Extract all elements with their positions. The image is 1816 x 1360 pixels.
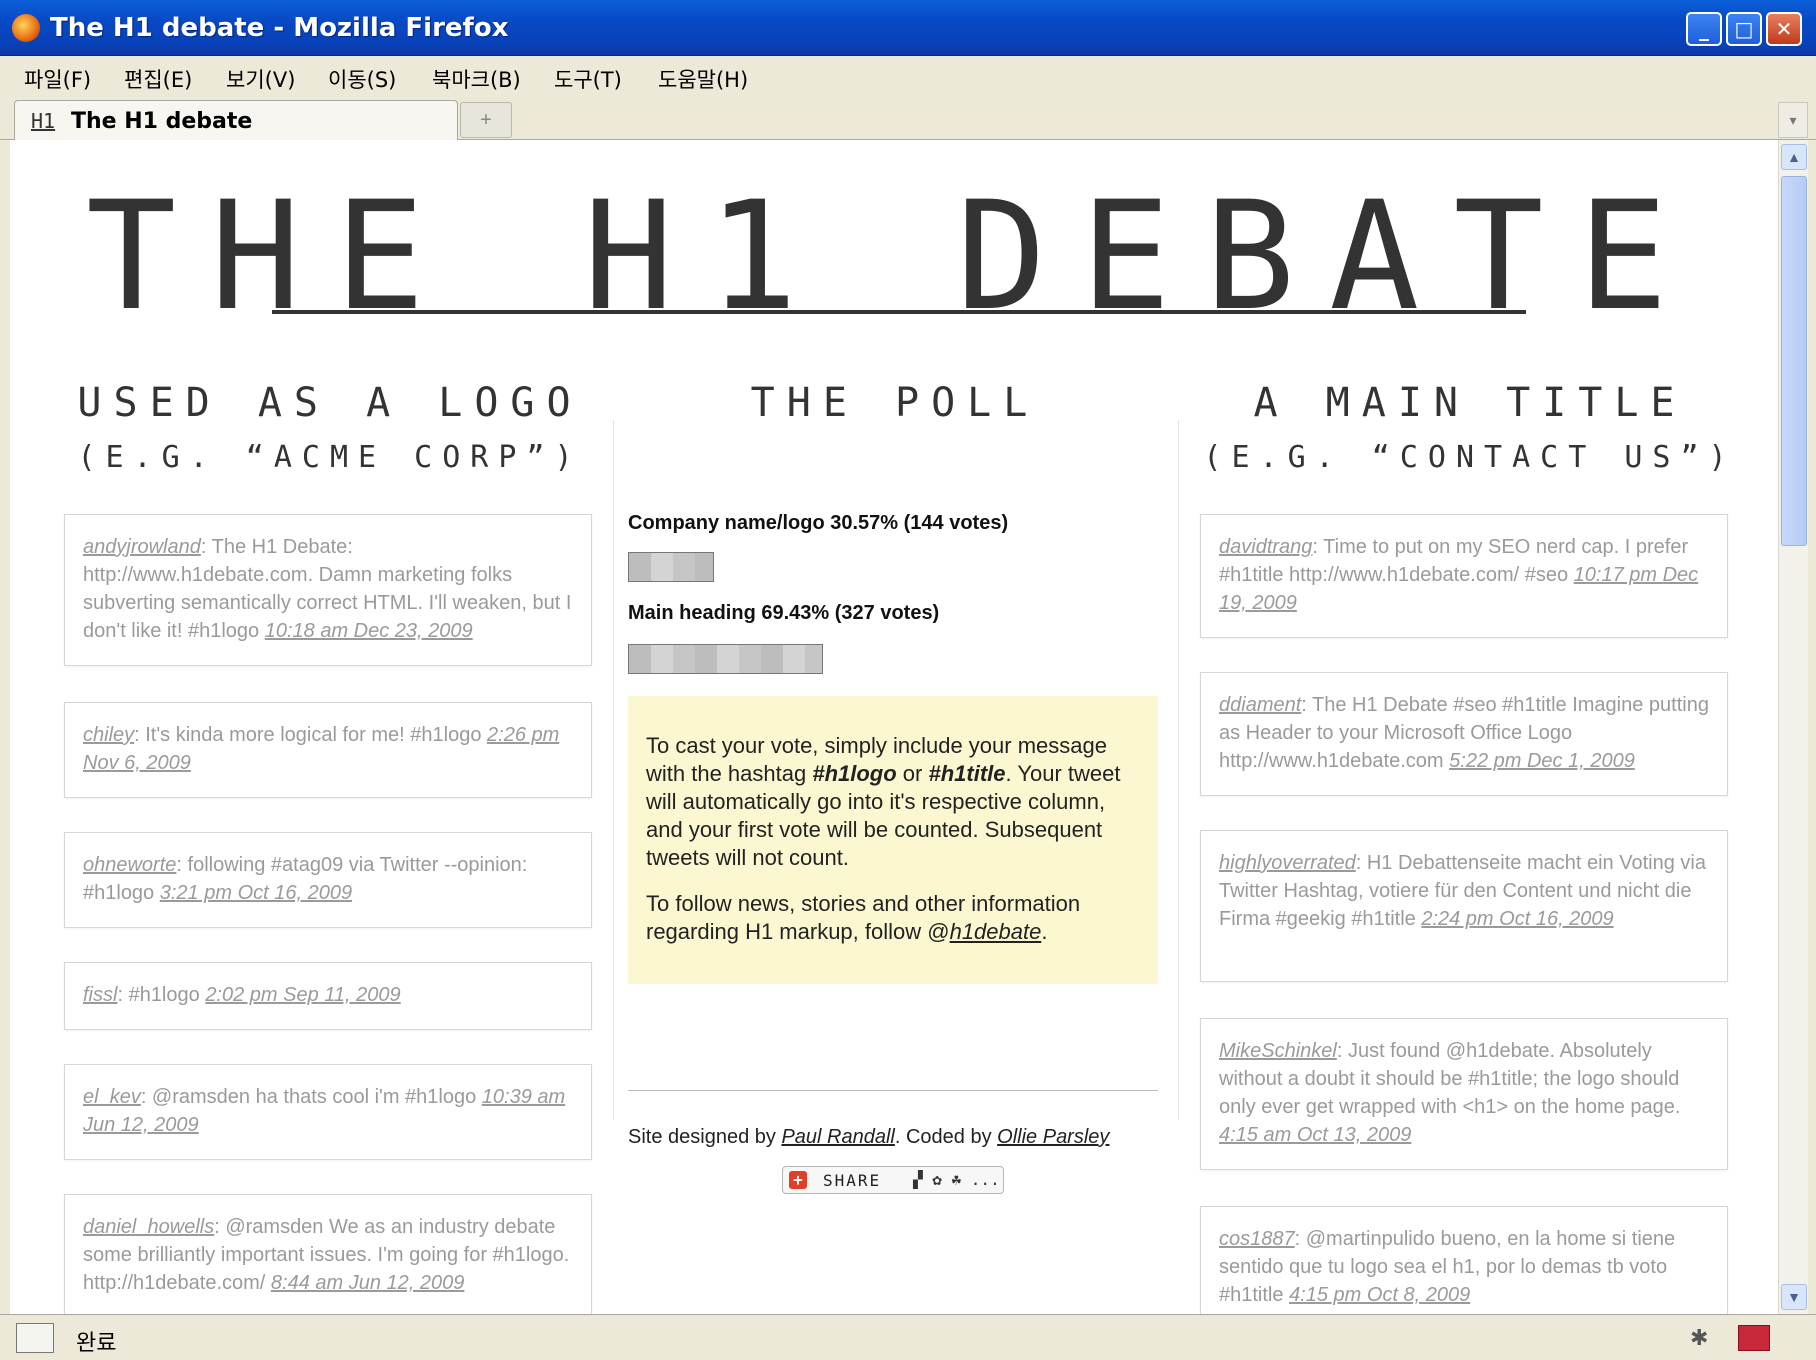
tweet-time-link[interactable]: 4:15 am Oct 13, 2009 xyxy=(1219,1124,1411,1146)
tab-h1-debate[interactable]: H1 The H1 debate xyxy=(14,100,458,140)
vertical-scrollbar[interactable]: ▲ ▼ xyxy=(1778,140,1808,1314)
tweet-user-link[interactable]: ohneworte xyxy=(83,854,176,876)
scroll-down-icon[interactable]: ▼ xyxy=(1781,1284,1807,1310)
poll-bar-title xyxy=(628,644,823,674)
tweet-time-link[interactable]: 2:24 pm Oct 16, 2009 xyxy=(1421,908,1613,930)
poll-bar-logo xyxy=(628,552,714,582)
tweet-card: ohneworte: following #atag09 via Twitter… xyxy=(64,832,592,928)
column-divider xyxy=(1178,420,1179,1120)
tweet-time-link[interactable]: 3:21 pm Oct 16, 2009 xyxy=(160,882,352,904)
right-column-heading: A MAIN TITLE (E.G. “CONTACT US”) xyxy=(1190,380,1750,475)
follow-suffix: . xyxy=(1041,919,1048,944)
left-subheading: (E.G. “ACME CORP”) xyxy=(77,440,583,475)
maximize-button[interactable]: □ xyxy=(1726,12,1762,46)
title-underline xyxy=(272,310,1526,314)
tweet-text: : It's kinda more logical for me! #h1log… xyxy=(134,724,488,746)
h1debate-twitter-link[interactable]: h1debate xyxy=(950,919,1042,944)
window-title: The H1 debate - Mozilla Firefox xyxy=(50,13,509,43)
tab-title: The H1 debate xyxy=(71,109,253,134)
tweet-user-link[interactable]: MikeSchinkel xyxy=(1219,1040,1337,1062)
tweet-user-link[interactable]: andyjrowland xyxy=(83,536,201,558)
tab-list-icon[interactable]: ▾ xyxy=(1778,102,1808,138)
hashtag-h1logo: #h1logo xyxy=(812,761,897,786)
center-column-heading: THE POLL xyxy=(620,380,1170,426)
tweet-card: chiley: It's kinda more logical for me! … xyxy=(64,702,592,798)
connection-icon xyxy=(16,1323,54,1353)
tweet-user-link[interactable]: ddiament xyxy=(1219,694,1301,716)
menu-go[interactable]: 이동(S) xyxy=(328,64,396,94)
tweet-card: cos1887: @martinpulido bueno, en la home… xyxy=(1200,1206,1728,1314)
share-label: SHARE xyxy=(823,1171,882,1190)
poll-option-logo-label: Company name/logo 30.57% (144 votes) xyxy=(628,512,1009,534)
firefox-icon xyxy=(12,14,40,42)
status-text: 완료 xyxy=(76,1331,117,1356)
social-icons: ▞ ✿ ☘ ... xyxy=(913,1170,1000,1189)
addon-icon[interactable] xyxy=(1738,1325,1770,1351)
tweet-time-link[interactable]: 4:15 pm Oct 8, 2009 xyxy=(1289,1284,1470,1306)
favicon-icon: H1 xyxy=(31,109,56,133)
tweet-text: : #h1logo xyxy=(117,984,206,1006)
tweet-user-link[interactable]: highlyoverrated xyxy=(1219,852,1356,874)
credits-text: . Coded by xyxy=(894,1126,998,1148)
tweet-user-link[interactable]: chiley xyxy=(83,724,134,746)
tab-bar: H1 The H1 debate + ▾ xyxy=(0,96,1816,140)
tweet-user-link[interactable]: fissl xyxy=(83,984,117,1006)
menu-edit[interactable]: 편집(E) xyxy=(124,64,192,94)
menu-tools[interactable]: 도구(T) xyxy=(554,64,622,94)
hashtag-h1title: #h1title xyxy=(928,761,1006,786)
follow-text: To follow news, stories and other inform… xyxy=(646,890,1140,946)
menu-view[interactable]: 보기(V) xyxy=(226,64,295,94)
menu-help[interactable]: 도움말(H) xyxy=(658,64,748,94)
right-heading: A MAIN TITLE xyxy=(1253,380,1687,426)
poll-option-title-label: Main heading 69.43% (327 votes) xyxy=(628,602,940,624)
footer-divider xyxy=(628,1090,1158,1091)
title-bar: The H1 debate - Mozilla Firefox _ □ ✕ xyxy=(0,0,1816,56)
menu-bookmarks[interactable]: 북마크(B) xyxy=(432,64,521,94)
vote-instructions: To cast your vote, simply include your m… xyxy=(628,696,1158,984)
tweet-card: MikeSchinkel: Just found @h1debate. Abso… xyxy=(1200,1018,1728,1170)
bug-icon[interactable]: ✱ xyxy=(1690,1325,1716,1351)
site-title: THE H1 DEBATE xyxy=(86,170,1702,344)
close-button[interactable]: ✕ xyxy=(1766,12,1802,46)
tweet-card: daniel_howells: @ramsden We as an indust… xyxy=(64,1194,592,1314)
coder-link[interactable]: Ollie Parsley xyxy=(997,1126,1109,1148)
tweet-user-link[interactable]: davidtrang xyxy=(1219,536,1312,558)
tweet-time-link[interactable]: 5:22 pm Dec 1, 2009 xyxy=(1449,750,1635,772)
tweet-time-link[interactable]: 8:44 am Jun 12, 2009 xyxy=(271,1272,464,1294)
status-bar: 완료 ✱ xyxy=(0,1314,1816,1360)
tweet-time-link[interactable]: 10:18 am Dec 23, 2009 xyxy=(265,620,473,642)
tweet-card: el_kev: @ramsden ha thats cool i'm #h1lo… xyxy=(64,1064,592,1160)
page-viewport: THE H1 DEBATE USED AS A LOGO (E.G. “ACME… xyxy=(10,140,1778,1314)
tweet-time-link[interactable]: 2:02 pm Sep 11, 2009 xyxy=(205,984,400,1006)
credits-text: Site designed by xyxy=(628,1126,782,1148)
tweet-text: : @ramsden ha thats cool i'm #h1logo xyxy=(140,1086,482,1108)
tweet-card: fissl: #h1logo 2:02 pm Sep 11, 2009 xyxy=(64,962,592,1030)
left-heading: USED AS A LOGO xyxy=(77,380,583,426)
vote-instructions-text: To cast your vote, simply include your m… xyxy=(646,732,1140,872)
scroll-up-icon[interactable]: ▲ xyxy=(1781,144,1807,170)
scroll-thumb[interactable] xyxy=(1781,176,1807,546)
poll-heading: THE POLL xyxy=(750,380,1040,426)
tweet-card: andyjrowland: The H1 Debate: http://www.… xyxy=(64,514,592,666)
tweet-card: davidtrang: Time to put on my SEO nerd c… xyxy=(1200,514,1728,638)
menu-bar: 파일(F) 편집(E) 보기(V) 이동(S) 북마크(B) 도구(T) 도움말… xyxy=(0,56,1816,96)
new-tab-button[interactable]: + xyxy=(460,102,512,138)
column-divider xyxy=(613,420,614,1120)
share-button[interactable]: + SHARE ▞ ✿ ☘ ... xyxy=(782,1166,1004,1194)
right-subheading: (E.G. “CONTACT US”) xyxy=(1203,440,1737,475)
menu-file[interactable]: 파일(F) xyxy=(24,64,91,94)
tweet-user-link[interactable]: cos1887 xyxy=(1219,1228,1295,1250)
left-column-heading: USED AS A LOGO (E.G. “ACME CORP”) xyxy=(50,380,610,475)
instruction-text: or xyxy=(896,761,929,786)
tweet-user-link[interactable]: daniel_howells xyxy=(83,1216,214,1238)
site-credits: Site designed by Paul Randall. Coded by … xyxy=(628,1126,1168,1149)
tweet-card: highlyoverrated: H1 Debattenseite macht … xyxy=(1200,830,1728,982)
share-plus-icon: + xyxy=(789,1171,807,1189)
designer-link[interactable]: Paul Randall xyxy=(781,1126,894,1148)
minimize-button[interactable]: _ xyxy=(1686,12,1722,46)
tweet-user-link[interactable]: el_kev xyxy=(83,1086,141,1108)
tweet-card: ddiament: The H1 Debate #seo #h1title Im… xyxy=(1200,672,1728,796)
